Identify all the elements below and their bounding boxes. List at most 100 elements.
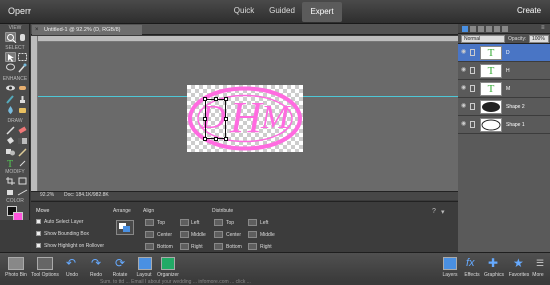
mode-tab-guided[interactable]: Guided (264, 6, 300, 15)
pencil-tool-icon[interactable] (17, 147, 28, 157)
distribute-bottom-label[interactable]: Bottom (226, 244, 242, 250)
layer-link-icon[interactable] (470, 85, 475, 92)
adjustment-layer-icon[interactable] (478, 26, 484, 32)
effects-icon[interactable]: fx (466, 257, 480, 270)
arrange-dropdown[interactable] (116, 220, 134, 235)
move-tool-icon[interactable] (5, 52, 16, 62)
align-left-icon[interactable] (180, 219, 189, 226)
transform-handle[interactable] (203, 97, 207, 101)
graphics-icon[interactable]: ✚ (488, 257, 502, 270)
layer-name[interactable]: Shape 1 (506, 122, 525, 128)
layer-row[interactable]: ◉ Shape 1 (458, 116, 550, 134)
organizer-button[interactable]: Organizer (152, 272, 184, 278)
straighten-tool-icon[interactable] (17, 187, 28, 197)
close-icon[interactable]: × (35, 25, 39, 35)
align-top-icon[interactable] (145, 219, 154, 226)
align-right-label[interactable]: Right (191, 244, 203, 250)
crop-tool-icon[interactable] (5, 176, 16, 186)
paint-bucket-tool-icon[interactable] (5, 136, 16, 146)
opacity-input[interactable]: 100% (529, 35, 549, 43)
organizer-icon[interactable] (161, 257, 175, 270)
rotate-icon[interactable]: ⟳ (115, 257, 129, 270)
align-left-label[interactable]: Left (191, 220, 199, 226)
trash-icon[interactable] (502, 26, 508, 32)
monogram-letter-h[interactable]: H (230, 94, 262, 142)
type-tool-icon[interactable]: T (5, 158, 16, 170)
transform-handle[interactable] (203, 137, 207, 141)
align-bottom-icon[interactable] (145, 243, 154, 250)
visibility-eye-icon[interactable]: ◉ (461, 85, 468, 91)
mode-tab-quick[interactable]: Quick (230, 6, 258, 15)
align-middle-icon[interactable] (180, 231, 189, 238)
layer-name[interactable]: D (506, 50, 510, 56)
zoom-tool-icon[interactable] (5, 32, 17, 44)
monogram-letter-m[interactable]: M (261, 99, 289, 137)
lock-icon[interactable] (494, 26, 500, 32)
show-highlight-checkbox[interactable] (36, 243, 41, 248)
photo-bin-button[interactable]: Photo Bin (0, 272, 32, 278)
show-bounding-box-checkbox[interactable] (36, 231, 41, 236)
distribute-center-icon[interactable] (214, 231, 223, 238)
chevron-down-icon[interactable]: ▾ (28, 7, 31, 14)
auto-select-layer-checkbox[interactable] (36, 219, 41, 224)
distribute-right-label[interactable]: Right (260, 244, 272, 250)
distribute-bottom-icon[interactable] (214, 243, 223, 250)
new-layer-icon[interactable] (462, 26, 468, 32)
create-button[interactable]: Create (517, 6, 541, 15)
distribute-left-label[interactable]: Left (260, 220, 268, 226)
spot-healing-tool-icon[interactable] (17, 83, 28, 93)
transform-handle[interactable] (203, 117, 207, 121)
transform-handle[interactable] (214, 137, 218, 141)
photo-bin-icon[interactable] (8, 257, 24, 270)
mode-tab-expert[interactable]: Expert (302, 2, 342, 22)
zoom-level[interactable]: 92.2% (40, 191, 54, 200)
brush-tool-icon[interactable] (5, 125, 16, 135)
recompose-tool-icon[interactable] (17, 176, 28, 186)
eraser-tool-icon[interactable] (17, 125, 28, 135)
transform-handle[interactable] (224, 137, 228, 141)
marquee-tool-icon[interactable] (17, 52, 28, 62)
document-image[interactable]: D H M (187, 85, 303, 152)
layer-row[interactable]: ◉ T M (458, 80, 550, 98)
layer-link-icon[interactable] (470, 103, 475, 110)
shape-tool-icon[interactable] (5, 147, 16, 157)
distribute-right-icon[interactable] (248, 243, 257, 250)
transform-handle[interactable] (224, 117, 228, 121)
clone-stamp-tool-icon[interactable] (17, 94, 28, 104)
align-top-label[interactable]: Top (157, 220, 165, 226)
smudge-tool-icon[interactable] (17, 158, 28, 168)
content-aware-move-tool-icon[interactable] (5, 187, 16, 197)
favorites-icon[interactable]: ★ (513, 257, 527, 270)
undo-icon[interactable]: ↶ (66, 257, 78, 270)
distribute-top-label[interactable]: Top (226, 220, 234, 226)
transform-handle[interactable] (224, 97, 228, 101)
distribute-left-icon[interactable] (248, 219, 257, 226)
blend-mode-select[interactable]: Normal (461, 35, 505, 43)
sponge-tool-icon[interactable] (17, 105, 28, 115)
bounding-box[interactable] (205, 99, 226, 139)
distribute-center-label[interactable]: Center (226, 232, 241, 238)
panel-menu-icon[interactable]: ≡ (541, 25, 545, 31)
align-middle-label[interactable]: Middle (191, 232, 206, 238)
hand-tool-icon[interactable] (17, 32, 28, 42)
layer-mask-icon[interactable] (486, 26, 492, 32)
layer-row[interactable]: ◉ T H (458, 62, 550, 80)
help-icon[interactable]: ? (432, 208, 436, 215)
open-button[interactable]: Open (8, 6, 30, 16)
align-center-icon[interactable] (145, 231, 154, 238)
new-group-icon[interactable] (470, 26, 476, 32)
lasso-tool-icon[interactable] (5, 63, 16, 73)
layer-row[interactable]: ◉ T D (458, 44, 550, 62)
transform-handle[interactable] (214, 97, 218, 101)
visibility-eye-icon[interactable]: ◉ (461, 121, 468, 127)
layer-name[interactable]: M (506, 86, 510, 92)
layer-name[interactable]: H (506, 68, 510, 74)
gradient-tool-icon[interactable] (17, 136, 28, 146)
eye-tool-icon[interactable] (5, 83, 16, 93)
align-bottom-label[interactable]: Bottom (157, 244, 173, 250)
distribute-top-icon[interactable] (214, 219, 223, 226)
smart-brush-tool-icon[interactable] (5, 94, 16, 104)
more-icon[interactable]: ☰ (536, 257, 548, 270)
visibility-eye-icon[interactable]: ◉ (461, 103, 468, 109)
panel-menu-icon[interactable]: ▾ (441, 208, 445, 216)
